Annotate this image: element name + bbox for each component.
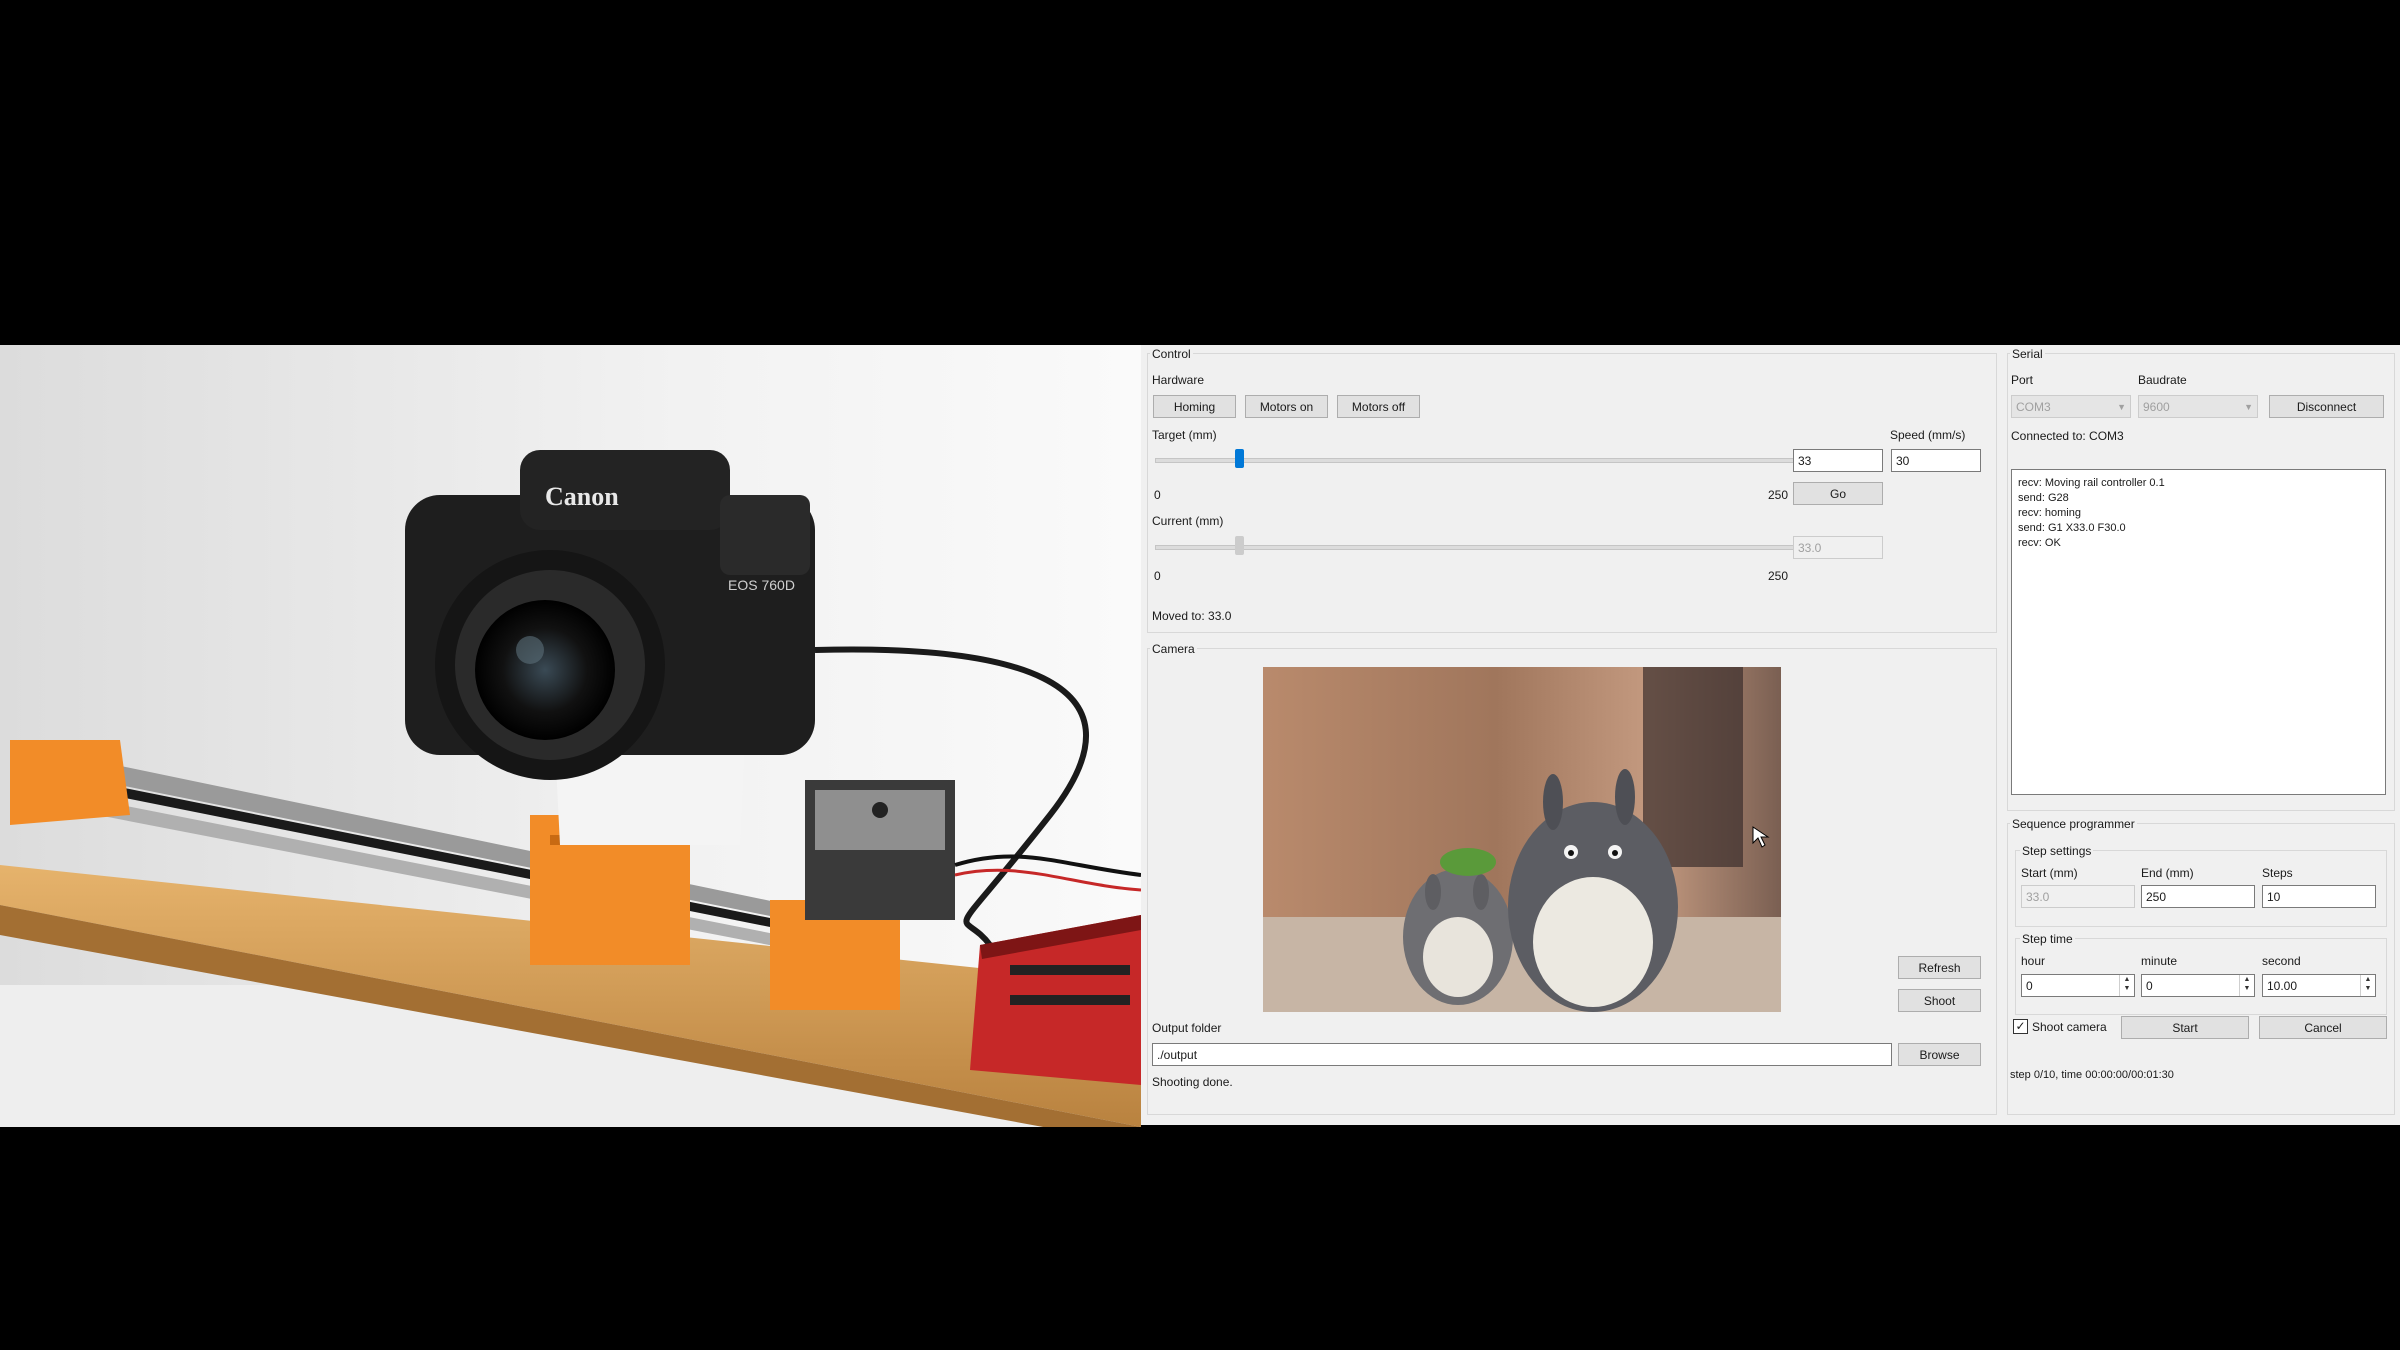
shoot-button[interactable]: Shoot [1898, 989, 1981, 1012]
shoot-camera-checkbox[interactable]: ✓ [2013, 1019, 2028, 1034]
hardware-label: Hardware [1152, 373, 1205, 387]
current-min-label: 0 [1154, 569, 1161, 583]
step-settings-title: Step settings [2020, 844, 2094, 858]
chevron-down-icon: ▼ [2117, 401, 2126, 412]
baudrate-select-value: 9600 [2143, 399, 2170, 414]
serial-log-line: send: G28 [2018, 492, 2069, 504]
browse-button[interactable]: Browse [1898, 1043, 1981, 1066]
steps-label: Steps [2262, 866, 2293, 880]
baudrate-label: Baudrate [2138, 373, 2187, 387]
current-max-label: 250 [1768, 569, 1789, 583]
serial-log-line: recv: OK [2018, 537, 2061, 549]
target-label: Target (mm) [1152, 428, 1217, 442]
refresh-button[interactable]: Refresh [1898, 956, 1981, 979]
minute-spinbox[interactable]: 0 ▲ ▼ [2141, 974, 2255, 997]
hour-spinbox-value: 0 [2026, 978, 2033, 993]
target-slider-track[interactable] [1155, 458, 1794, 463]
target-slider-thumb[interactable] [1234, 449, 1244, 468]
camera-rig-photo: Canon EOS 760D [0, 345, 1141, 1127]
target-max-label: 250 [1768, 488, 1789, 502]
port-select: COM3 ▼ [2011, 395, 2131, 418]
camera-rig-illustration: Canon EOS 760D [0, 345, 1141, 1127]
camera-group-title: Camera [1150, 642, 1197, 656]
minute-label: minute [2141, 954, 2178, 968]
target-min-label: 0 [1154, 488, 1161, 502]
checkmark-icon: ✓ [2015, 1019, 2026, 1033]
port-label: Port [2011, 373, 2034, 387]
minute-spinbox-value: 0 [2146, 978, 2153, 993]
step-time-title: Step time [2020, 932, 2075, 946]
motors-on-button[interactable]: Motors on [1245, 395, 1328, 418]
target-input[interactable]: 33 [1793, 449, 1883, 472]
sequence-progress: step 0/10, time 00:00:00/00:01:30 [2010, 1069, 2174, 1081]
serial-log-line: recv: homing [2018, 507, 2081, 519]
current-label: Current (mm) [1152, 514, 1224, 528]
second-spinbox[interactable]: 10.00 ▲ ▼ [2262, 974, 2376, 997]
start-sequence-button[interactable]: Start [2121, 1016, 2249, 1039]
camera-preview-image [1263, 667, 1781, 1012]
sequence-group-title: Sequence programmer [2010, 817, 2137, 831]
serial-log[interactable]: recv: Moving rail controller 0.1 send: G2… [2011, 469, 2386, 795]
output-folder-input[interactable]: ./output [1152, 1043, 1892, 1066]
output-folder-label: Output folder [1152, 1021, 1222, 1035]
motors-off-button[interactable]: Motors off [1337, 395, 1420, 418]
homing-button[interactable]: Homing [1153, 395, 1236, 418]
connection-status: Connected to: COM3 [2011, 429, 2124, 443]
disconnect-button[interactable]: Disconnect [2269, 395, 2384, 418]
start-mm-field: 33.0 [2021, 885, 2135, 908]
camera-status: Shooting done. [1152, 1075, 1233, 1089]
steps-input[interactable]: 10 [2262, 885, 2376, 908]
current-slider-thumb [1234, 536, 1244, 555]
second-label: second [2262, 954, 2301, 968]
control-group-title: Control [1150, 347, 1193, 361]
serial-group-title: Serial [2010, 347, 2045, 361]
current-value-field: 33.0 [1793, 536, 1883, 559]
baudrate-select: 9600 ▼ [2138, 395, 2258, 418]
chevron-down-icon: ▼ [2244, 401, 2253, 412]
serial-log-line: recv: Moving rail controller 0.1 [2018, 477, 2165, 489]
go-button[interactable]: Go [1793, 482, 1883, 505]
end-mm-input[interactable]: 250 [2141, 885, 2255, 908]
cancel-sequence-button[interactable]: Cancel [2259, 1016, 2387, 1039]
camera-preview [1263, 667, 1781, 1012]
shoot-camera-label: Shoot camera [2032, 1020, 2107, 1034]
current-slider-track [1155, 545, 1794, 550]
speed-input[interactable]: 30 [1891, 449, 1981, 472]
hour-spinbox[interactable]: 0 ▲ ▼ [2021, 974, 2135, 997]
spin-arrows-icon[interactable]: ▲ ▼ [2119, 975, 2134, 996]
end-mm-label: End (mm) [2141, 866, 2194, 880]
speed-label: Speed (mm/s) [1890, 428, 1966, 442]
rail-controller-window: Control Hardware Homing Motors on Motors… [1141, 345, 2400, 1125]
camera-brand-text: Canon [545, 482, 619, 511]
spin-arrows-icon[interactable]: ▲ ▼ [2239, 975, 2254, 996]
second-spinbox-value: 10.00 [2267, 978, 2298, 993]
start-mm-label: Start (mm) [2021, 866, 2078, 880]
serial-log-line: send: G1 X33.0 F30.0 [2018, 522, 2126, 534]
spin-arrows-icon[interactable]: ▲ ▼ [2360, 975, 2375, 996]
hour-label: hour [2021, 954, 2046, 968]
control-status: Moved to: 33.0 [1152, 609, 1232, 623]
port-select-value: COM3 [2016, 399, 2051, 414]
camera-model-text: EOS 760D [728, 577, 795, 593]
